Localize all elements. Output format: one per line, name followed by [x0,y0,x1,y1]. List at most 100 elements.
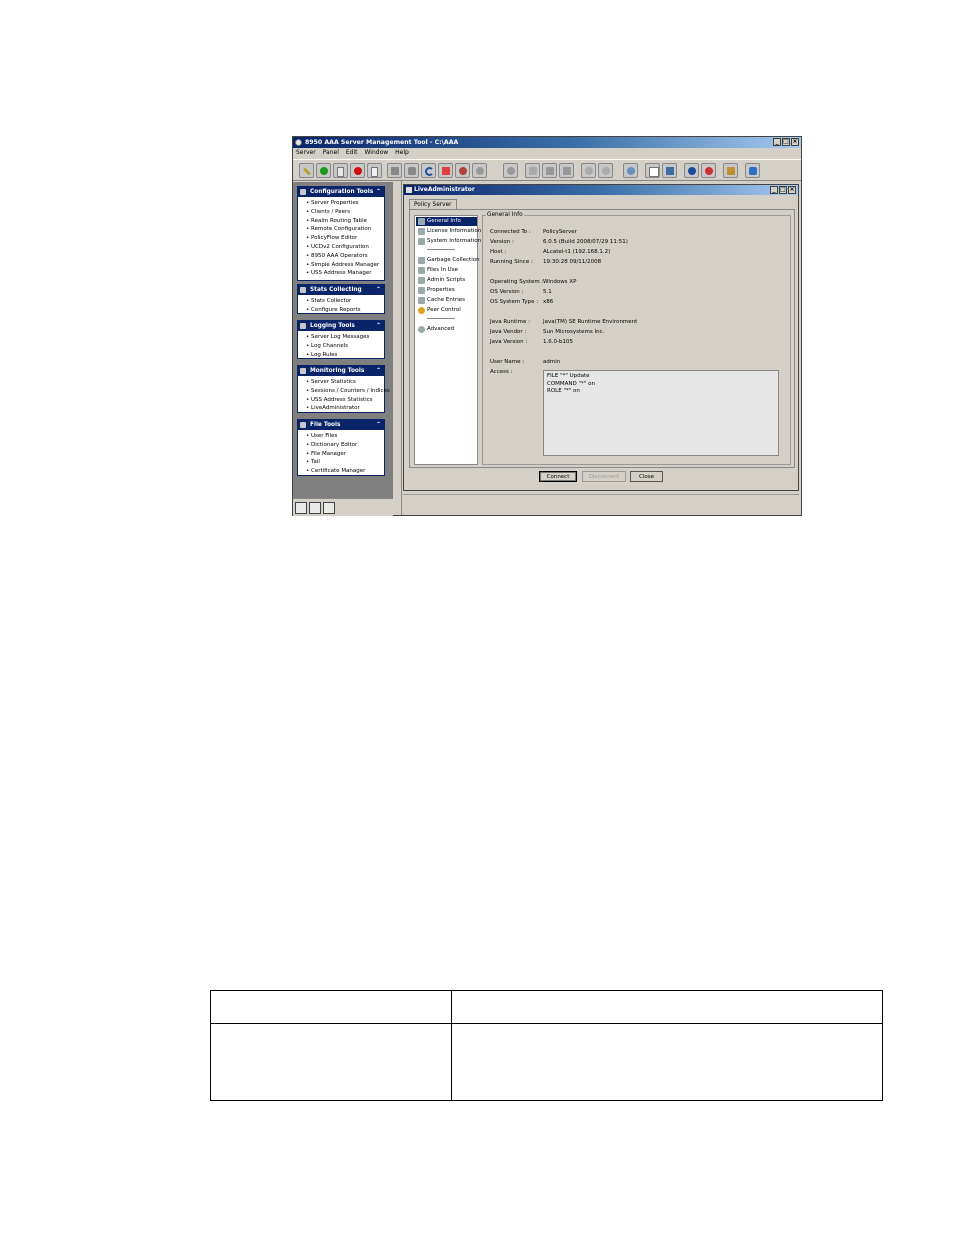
sidebar-item[interactable]: Remote Configuration [306,225,384,234]
sidebar-item[interactable]: Log Channels [306,342,384,351]
sidebar-item[interactable]: Sessions / Counters / Indices [306,387,390,396]
sidebar-item[interactable]: Server Log Messages [306,333,384,342]
sidebar-item[interactable]: Dictionary Editor [306,441,384,450]
nav-item-system-information[interactable]: System Information [416,237,481,246]
print-icon[interactable] [472,163,487,178]
table-cell [451,1023,883,1101]
menu-bar: Server Panel Edit Window Help [293,148,801,157]
section-header[interactable]: Configuration Tools ⌃ [298,187,384,197]
info-nav-list: General Info License Information System … [414,215,481,465]
stop-icon[interactable] [387,163,402,178]
red-status-icon[interactable] [350,163,365,178]
document-table [210,990,883,1101]
server-icon[interactable] [333,163,348,178]
info-row-java-version: Java Version :1.6.0-b105 [490,339,573,345]
disconnect-icon[interactable] [455,163,470,178]
sidebar-item[interactable]: LiveAdministrator [306,404,384,413]
sidebar-item[interactable]: Log Rules [306,351,384,360]
section-header[interactable]: Logging Tools ⌃ [298,321,384,331]
sidebar-item[interactable]: Server Properties [306,199,384,208]
connect-button[interactable]: Connect [539,471,577,482]
zoom-in-icon[interactable] [581,163,596,178]
section-header[interactable]: Monitoring Tools ⌃ [298,366,384,376]
sidebar-item[interactable]: Tail [306,458,384,467]
nav-item-license-information[interactable]: License Information [416,227,481,236]
nav-item-peer-control[interactable]: Peer Control [416,306,477,315]
list-view-icon[interactable] [323,502,335,514]
minimize-button[interactable]: _ [773,138,781,146]
close-dialog-button[interactable]: Close [630,471,663,482]
info-row-host: Host : ALcatel-t1 (192.168.1.2) [490,249,611,255]
sync-icon[interactable] [503,163,518,178]
paste-icon[interactable] [559,163,574,178]
nav-item-files-in-use[interactable]: Files In Use [416,266,477,275]
maximize-button[interactable]: □ [782,138,790,146]
report-icon[interactable] [645,163,660,178]
info-icon[interactable] [701,163,716,178]
collapse-icon[interactable]: ⌃ [376,366,381,376]
refresh-icon[interactable] [421,163,436,178]
help-icon[interactable] [684,163,699,178]
app-titlebar[interactable]: 8950 AAA Server Management Tool - C:\AAA… [293,137,801,148]
sidebar-item[interactable]: Server Statistics [306,378,384,387]
panel-view-icon[interactable] [295,502,307,514]
child-maximize-button[interactable]: □ [779,186,787,194]
zoom-out-icon[interactable] [598,163,613,178]
cut-icon[interactable] [525,163,540,178]
sidebar-item[interactable]: Clients / Peers [306,208,384,217]
nav-separator [427,318,455,319]
collapse-icon[interactable]: ⌃ [376,420,381,430]
properties-icon [418,287,425,294]
access-textarea[interactable]: FILE "*" Update COMMAND "*" on ROLE "*" … [543,370,779,456]
splitter[interactable] [401,181,402,515]
connect-icon[interactable] [299,163,314,178]
sidebar-item[interactable]: Stats Collector [306,297,384,306]
menu-server[interactable]: Server [296,148,316,157]
nav-item-garbage-collection[interactable]: Garbage Collection [416,256,480,265]
info-row-version: Version :6.0.5 (Build 2008/07/29 11:51) [490,239,628,245]
access-line: FILE "*" Update [547,373,590,379]
copy-icon[interactable] [542,163,557,178]
collapse-icon[interactable]: ⌃ [376,321,381,331]
cancel-icon[interactable] [438,163,453,178]
sidebar-item[interactable]: PolicyFlow Editor [306,234,384,243]
nav-item-admin-scripts[interactable]: Admin Scripts [416,276,477,285]
storage-icon[interactable] [745,163,760,178]
collapse-icon[interactable]: ⌃ [376,285,381,295]
sidebar-item[interactable]: 8950 AAA Operators [306,252,384,261]
section-header[interactable]: Stats Collecting ⌃ [298,285,384,295]
tree-view-icon[interactable] [309,502,321,514]
sidebar-item[interactable]: UCDv2 Configuration [306,243,384,252]
disconnect-button[interactable]: Disconnect [582,471,626,482]
sidebar-item[interactable]: User Files [306,432,384,441]
menu-help[interactable]: Help [395,148,409,157]
collapse-icon[interactable]: ⌃ [376,187,381,197]
green-status-icon[interactable] [316,163,331,178]
sidebar-item[interactable]: Realm Routing Table [306,217,384,226]
settings-icon[interactable] [623,163,638,178]
nav-item-cache-entries[interactable]: Cache Entries [416,296,477,305]
child-titlebar[interactable]: LiveAdministrator _ □ × [404,185,798,195]
tools-icon[interactable] [723,163,738,178]
document-icon[interactable] [367,163,382,178]
menu-edit[interactable]: Edit [346,148,358,157]
sidebar-item[interactable]: USS Address Statistics [306,396,384,405]
status-bar [403,494,799,515]
sidebar-item[interactable]: USS Address Manager [306,269,384,278]
child-minimize-button[interactable]: _ [770,186,778,194]
close-button[interactable]: × [791,138,799,146]
nav-item-properties[interactable]: Properties [416,286,477,295]
table-cell [210,990,452,1024]
nav-item-advanced[interactable]: Advanced [416,325,477,334]
section-header[interactable]: File Tools ⌃ [298,420,384,430]
sidebar-item[interactable]: File Manager [306,450,384,459]
child-close-button[interactable]: × [788,186,796,194]
database-icon[interactable] [404,163,419,178]
sidebar-item[interactable]: Certificate Manager [306,467,384,476]
monitor-icon[interactable] [662,163,677,178]
sidebar-item[interactable]: Simple Address Manager [306,261,384,270]
menu-window[interactable]: Window [365,148,389,157]
sidebar-item[interactable]: Configure Reports [306,306,384,315]
menu-panel[interactable]: Panel [323,148,339,157]
nav-item-general-info[interactable]: General Info [416,217,477,226]
